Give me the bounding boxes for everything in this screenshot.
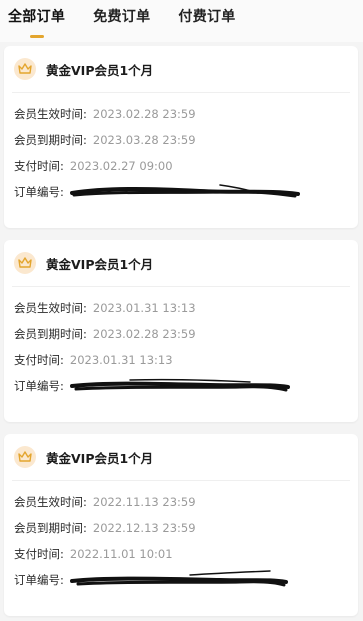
- order-number-row: 订单编号:: [14, 179, 348, 205]
- tab-all-orders-label: 全部订单: [8, 9, 66, 25]
- membership-end-row: 会员到期时间: 2022.12.13 23:59: [14, 515, 348, 541]
- order-number-label: 订单编号:: [14, 573, 64, 587]
- order-number-row: 订单编号:: [14, 567, 348, 593]
- tab-paid-orders-label: 付费订单: [178, 9, 236, 25]
- membership-end-row: 会员到期时间: 2023.02.28 23:59: [14, 321, 348, 347]
- membership-start-value: 2023.01.31 13:13: [92, 301, 196, 315]
- tab-all-orders[interactable]: 全部订单: [8, 6, 66, 38]
- tab-free-orders-label: 免费订单: [93, 9, 151, 25]
- order-title: 黄金VIP会员1个月: [46, 450, 154, 466]
- membership-start-value: 2022.11.13 23:59: [92, 495, 196, 509]
- membership-end-row: 会员到期时间: 2023.03.28 23:59: [14, 127, 348, 153]
- redaction-scribble: [69, 570, 288, 587]
- payment-time-value: 2022.11.01 10:01: [69, 547, 173, 561]
- tab-free-orders[interactable]: 免费订单: [93, 6, 150, 26]
- active-tab-indicator: [29, 35, 44, 38]
- membership-start-label: 会员生效时间:: [14, 107, 87, 121]
- order-card[interactable]: 黄金VIP会员1个月 会员生效时间: 2022.11.13 23:59 会员到期…: [4, 434, 358, 616]
- payment-time-row: 支付时间: 2023.01.31 13:13: [14, 347, 348, 373]
- crown-icon: [14, 58, 36, 80]
- payment-time-label: 支付时间:: [14, 159, 64, 173]
- membership-end-value: 2023.03.28 23:59: [92, 133, 196, 147]
- tab-paid-orders[interactable]: 付费订单: [178, 6, 235, 26]
- payment-time-value: 2023.02.27 09:00: [69, 159, 173, 173]
- order-title: 黄金VIP会员1个月: [46, 62, 154, 78]
- membership-start-value: 2023.02.28 23:59: [92, 107, 196, 121]
- membership-start-label: 会员生效时间:: [14, 495, 87, 509]
- payment-time-label: 支付时间:: [14, 353, 64, 367]
- membership-start-row: 会员生效时间: 2023.02.28 23:59: [14, 101, 348, 127]
- crown-icon: [14, 446, 36, 468]
- payment-time-row: 支付时间: 2022.11.01 10:01: [14, 541, 348, 567]
- order-number-label: 订单编号:: [14, 185, 64, 199]
- membership-end-label: 会员到期时间:: [14, 327, 87, 341]
- membership-end-value: 2023.02.28 23:59: [92, 327, 196, 341]
- order-card-header: 黄金VIP会员1个月: [4, 434, 358, 480]
- order-number-label: 订单编号:: [14, 379, 64, 393]
- order-card[interactable]: 黄金VIP会员1个月 会员生效时间: 2023.01.31 13:13 会员到期…: [4, 240, 358, 422]
- order-tabs: 全部订单 免费订单 付费订单: [0, 0, 363, 42]
- membership-end-value: 2022.12.13 23:59: [92, 521, 196, 535]
- order-number-row: 订单编号:: [14, 373, 348, 399]
- membership-end-label: 会员到期时间:: [14, 521, 87, 535]
- membership-end-label: 会员到期时间:: [14, 133, 87, 147]
- payment-time-value: 2023.01.31 13:13: [69, 353, 173, 367]
- order-card-header: 黄金VIP会员1个月: [4, 240, 358, 286]
- redaction-scribble: [69, 378, 290, 392]
- order-title: 黄金VIP会员1个月: [46, 256, 154, 272]
- payment-time-row: 支付时间: 2023.02.27 09:00: [14, 153, 348, 179]
- crown-icon: [14, 252, 36, 274]
- redaction-scribble: [69, 184, 300, 198]
- order-card[interactable]: 黄金VIP会员1个月 会员生效时间: 2023.02.28 23:59 会员到期…: [4, 46, 358, 228]
- membership-start-row: 会员生效时间: 2023.01.31 13:13: [14, 295, 348, 321]
- payment-time-label: 支付时间:: [14, 547, 64, 561]
- order-card-header: 黄金VIP会员1个月: [4, 46, 358, 92]
- membership-start-label: 会员生效时间:: [14, 301, 87, 315]
- membership-start-row: 会员生效时间: 2022.11.13 23:59: [14, 489, 348, 515]
